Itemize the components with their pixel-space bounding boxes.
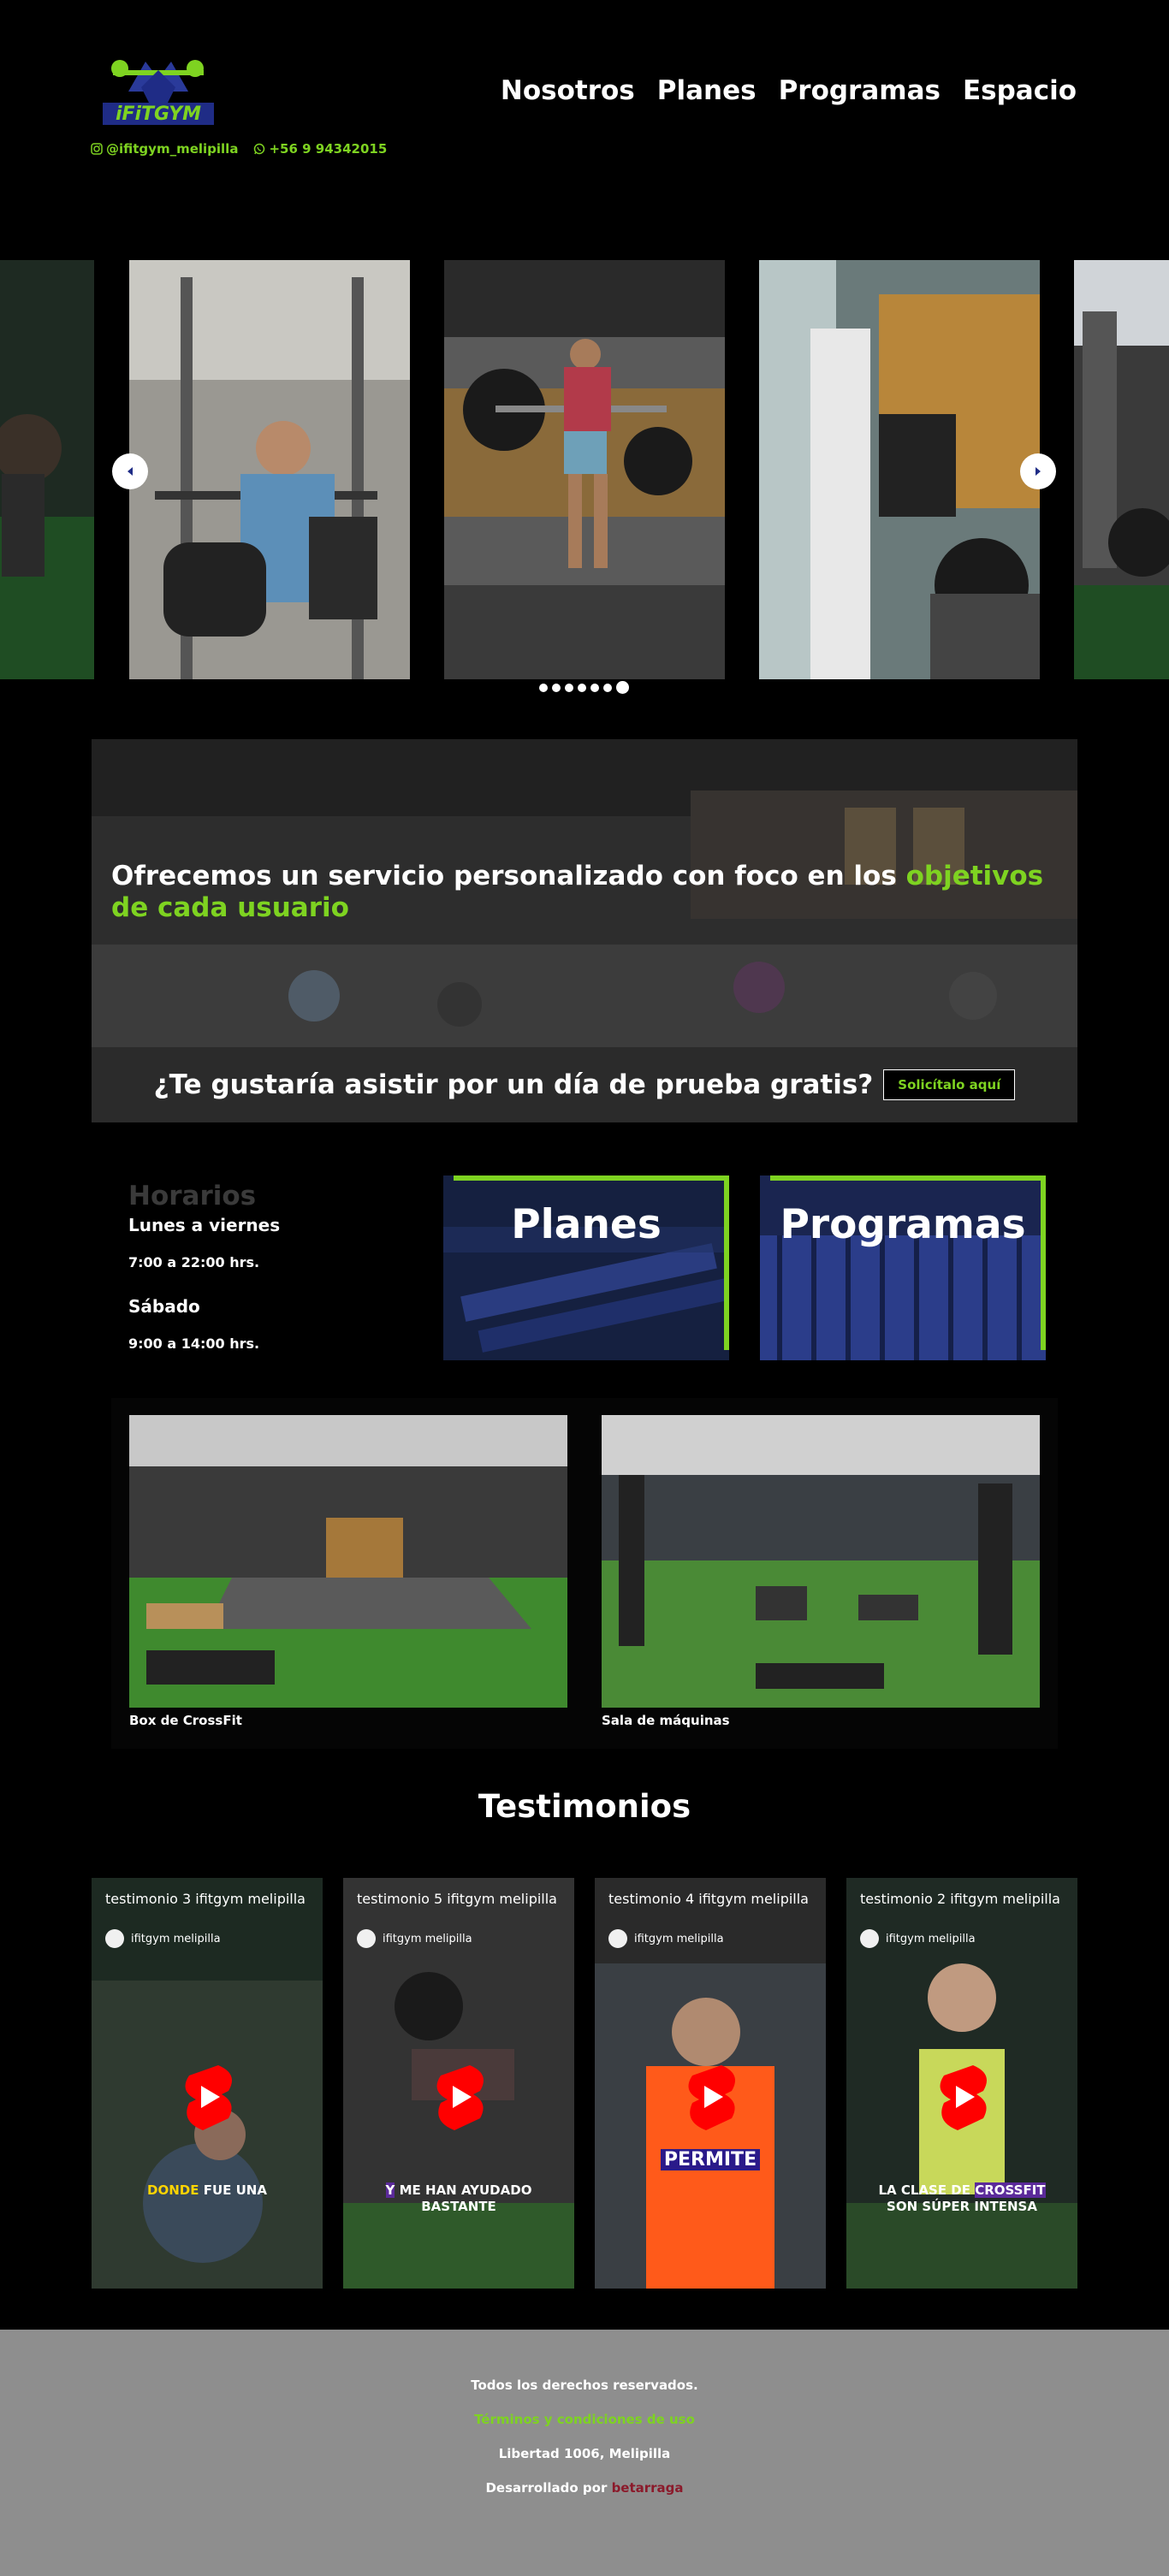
carousel-slide — [129, 260, 410, 679]
carousel-next-button[interactable] — [1020, 453, 1056, 489]
space-crossfit-caption: Box de CrossFit — [129, 1713, 242, 1728]
ifitgym-logo[interactable]: iFiTGYM — [94, 44, 223, 134]
site-footer: Todos los derechos reservados. Términos … — [0, 2330, 1169, 2576]
space-machines[interactable]: Sala de máquinas — [602, 1415, 1040, 1728]
testimonial-video[interactable]: testimonio 4 ifitgym melipilla ifitgym m… — [595, 1878, 826, 2289]
carousel-slide — [1074, 260, 1169, 679]
space-machines-caption: Sala de máquinas — [602, 1713, 730, 1728]
info-row: Horarios Lunes a viernes 7:00 a 22:00 hr… — [111, 1172, 1058, 1367]
instagram-link[interactable]: @ifitgym_melipilla — [91, 141, 238, 157]
footer-address: Libertad 1006, Melipilla — [498, 2446, 671, 2461]
video-caption: LA CLASE DE CROSSFIT SON SÚPER INTENSA — [878, 2182, 1046, 2214]
whatsapp-number: +56 9 94342015 — [269, 141, 388, 157]
channel-name: ifitgym melipilla — [634, 1932, 724, 1945]
svg-text:iFiTGYM: iFiTGYM — [116, 104, 201, 125]
testimonials-title: Testimonios — [478, 1788, 691, 1825]
channel-name: ifitgym melipilla — [886, 1932, 976, 1945]
schedule-weekdays-time: 7:00 a 22:00 hrs. — [128, 1254, 260, 1270]
banner-title: Ofrecemos un servicio personalizado con … — [111, 861, 1061, 924]
carousel-dot[interactable] — [603, 683, 612, 692]
video-caption: PERMITE — [595, 2149, 826, 2170]
channel-name: ifitgym melipilla — [383, 1932, 472, 1945]
schedule-weekdays: Lunes a viernes — [128, 1215, 281, 1235]
caption-highlight: Y — [385, 2182, 395, 2198]
testimonial-video[interactable]: testimonio 5 ifitgym melipilla ifitgym m… — [343, 1878, 574, 2289]
schedule-saturday: Sábado — [128, 1296, 200, 1317]
testimonial-title[interactable]: testimonio 4 ifitgym melipilla — [608, 1890, 814, 1908]
programas-card[interactable]: Programas — [760, 1175, 1046, 1360]
whatsapp-icon — [254, 143, 265, 155]
whatsapp-link[interactable]: +56 9 94342015 — [253, 141, 387, 157]
trial-bar: ¿Te gustaría asistir por un día de prueb… — [92, 1047, 1077, 1122]
footer-credits: Desarrollado por betarraga — [0, 2480, 1169, 2496]
planes-card-title: Planes — [511, 1201, 662, 1248]
footer-rights: Todos los derechos reservados. — [471, 2378, 698, 2393]
trial-question: ¿Te gustaría asistir por un día de prueb… — [153, 1069, 874, 1100]
main-nav: Nosotros Planes Programas Espacio — [501, 75, 1077, 106]
testimonial-video[interactable]: testimonio 2 ifitgym melipilla ifitgym m… — [846, 1878, 1077, 2289]
crossfit-box-photo — [129, 1415, 567, 1708]
photo-carousel[interactable] — [0, 260, 1169, 679]
carousel-dot[interactable] — [616, 681, 629, 694]
site-header: iFiTGYM @ifitgym_melipilla +56 9 9434201… — [0, 0, 1169, 222]
channel-info: ifitgym melipilla — [608, 1929, 724, 1948]
video-caption: Y ME HAN AYUDADO BASTANTE — [385, 2182, 532, 2214]
channel-avatar — [105, 1929, 124, 1948]
youtube-shorts-icon[interactable] — [932, 2062, 994, 2132]
schedule-title: Horarios — [128, 1181, 257, 1211]
space-crossfit[interactable]: Box de CrossFit — [129, 1415, 567, 1728]
nav-planes[interactable]: Planes — [657, 75, 757, 106]
youtube-shorts-icon[interactable] — [429, 2062, 490, 2132]
carousel-dot[interactable] — [539, 683, 548, 692]
channel-info: ifitgym melipilla — [105, 1929, 221, 1948]
programas-card-title: Programas — [780, 1201, 1026, 1248]
footer-terms-link[interactable]: Términos y condiciones de uso — [0, 2412, 1169, 2427]
footer-dev-prefix: Desarrollado por — [485, 2480, 612, 2496]
instagram-icon — [91, 143, 103, 155]
carousel-prev-button[interactable] — [112, 453, 148, 489]
carousel-dot[interactable] — [565, 683, 573, 692]
schedule: Horarios Lunes a viernes 7:00 a 22:00 hr… — [128, 1181, 436, 1352]
chevron-right-icon — [1035, 467, 1041, 476]
chevron-left-icon — [128, 467, 133, 476]
planes-card[interactable]: Planes — [443, 1175, 729, 1360]
promo-banner: Ofrecemos un servicio personalizado con … — [92, 739, 1077, 1122]
video-caption: DONDE FUE UNA — [147, 2182, 267, 2198]
carousel-dots — [539, 681, 629, 694]
testimonial-title[interactable]: testimonio 5 ifitgym melipilla — [357, 1890, 562, 1908]
banner-title-text: Ofrecemos un servicio personalizado con … — [111, 861, 906, 891]
planes-card-accent — [454, 1175, 729, 1181]
channel-avatar — [357, 1929, 376, 1948]
testimonial-title[interactable]: testimonio 3 ifitgym melipilla — [105, 1890, 311, 1908]
schedule-saturday-time: 9:00 a 14:00 hrs. — [128, 1335, 260, 1352]
caption-highlight: DONDE — [147, 2182, 199, 2198]
carousel-dot[interactable] — [578, 683, 586, 692]
caption-highlight: PERMITE — [660, 2149, 761, 2170]
machines-room-photo — [602, 1415, 1040, 1708]
footer-dev-link[interactable]: betarraga — [612, 2480, 684, 2496]
spaces-section: Box de CrossFit Sala de máquinas — [111, 1398, 1058, 1749]
channel-info: ifitgym melipilla — [357, 1929, 472, 1948]
nav-espacio[interactable]: Espacio — [963, 75, 1077, 106]
caption-highlight: CROSSFIT — [975, 2182, 1046, 2198]
channel-info: ifitgym melipilla — [860, 1929, 976, 1948]
testimonial-title[interactable]: testimonio 2 ifitgym melipilla — [860, 1890, 1065, 1908]
youtube-shorts-icon[interactable] — [177, 2062, 239, 2132]
programas-card-accent — [770, 1175, 1046, 1181]
nav-programas[interactable]: Programas — [779, 75, 941, 106]
trial-request-button[interactable]: Solicítalo aquí — [883, 1069, 1016, 1100]
carousel-dot[interactable] — [552, 683, 561, 692]
social-links: @ifitgym_melipilla +56 9 94342015 — [91, 141, 387, 157]
carousel-slide — [759, 260, 1040, 679]
carousel-dot[interactable] — [590, 683, 599, 692]
carousel-slide — [444, 260, 725, 679]
channel-avatar — [860, 1929, 879, 1948]
testimonial-video[interactable]: testimonio 3 ifitgym melipilla ifitgym m… — [92, 1878, 323, 2289]
youtube-shorts-icon[interactable] — [680, 2062, 742, 2132]
nav-nosotros[interactable]: Nosotros — [501, 75, 635, 106]
carousel-slide — [0, 260, 94, 679]
channel-avatar — [608, 1929, 627, 1948]
instagram-handle: @ifitgym_melipilla — [106, 141, 239, 157]
channel-name: ifitgym melipilla — [131, 1932, 221, 1945]
